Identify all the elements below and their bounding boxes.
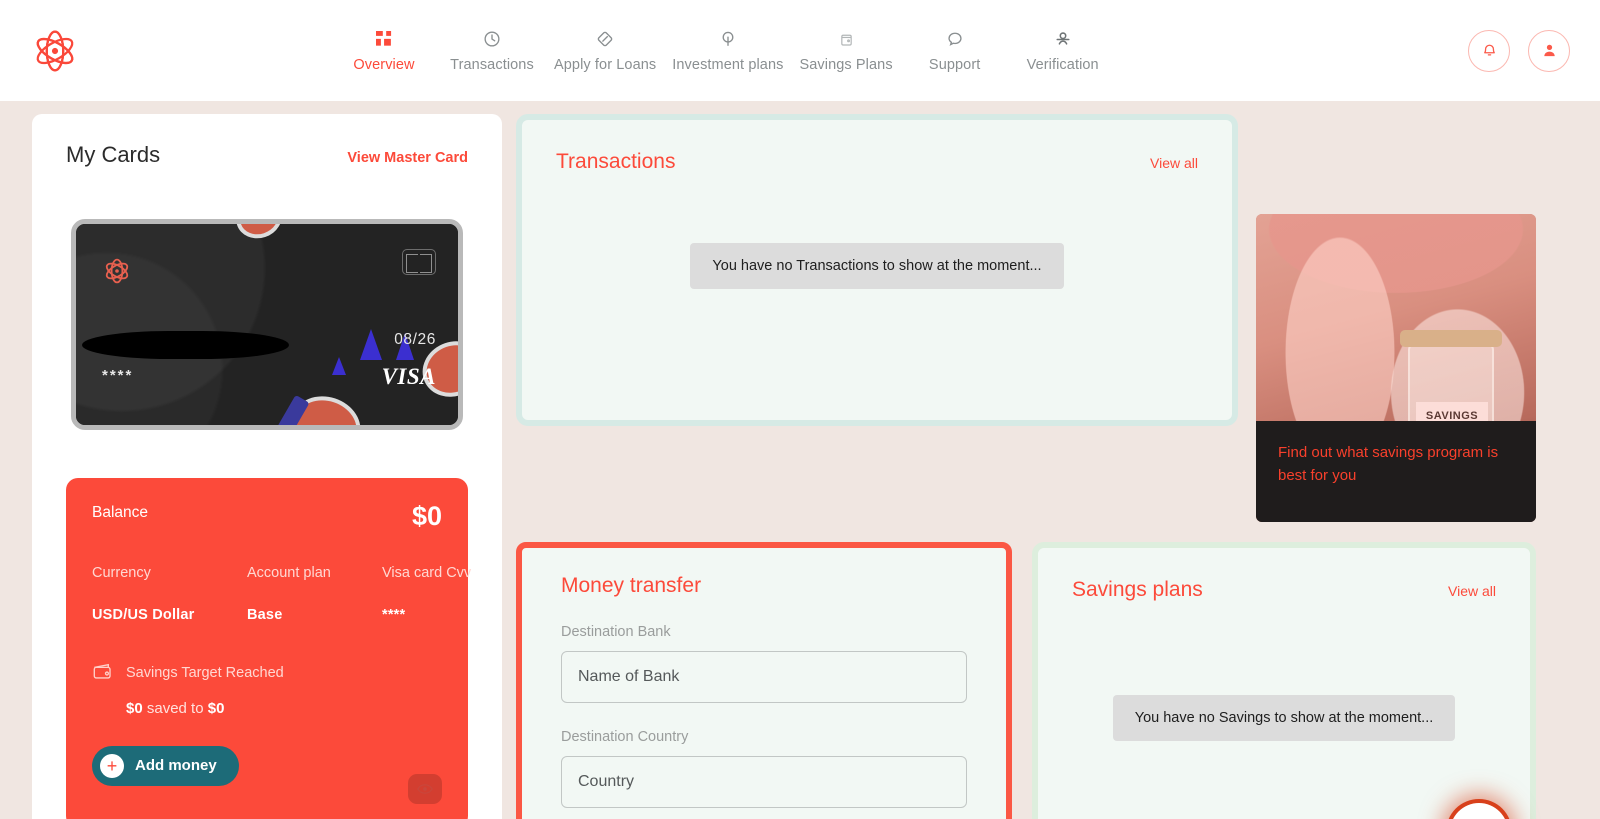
transactions-header: Transactions View all	[556, 150, 1198, 174]
savings-plans-header: Savings plans View all	[1072, 578, 1496, 602]
page-title: My Cards	[66, 142, 161, 167]
savings-target-label: Savings Target Reached	[126, 665, 284, 682]
nav-item-overview[interactable]: Overview	[330, 28, 438, 73]
transactions-title: Transactions	[556, 150, 676, 173]
nav-label: Support	[928, 57, 981, 73]
card-flower-logo-icon	[99, 253, 135, 294]
balance-field-currency: Currency USD/US Dollar	[92, 565, 247, 623]
balance-fields: Currency USD/US Dollar Account plan Base…	[92, 565, 471, 623]
balance-field-cvv: Visa card Cvv ****	[382, 565, 471, 623]
balance-card: Balance $0 Currency USD/US Dollar Accoun…	[66, 478, 471, 819]
saved-middle-text: saved to	[142, 699, 208, 717]
nav-item-support[interactable]: Support	[901, 28, 1009, 73]
field-key: Account plan	[247, 564, 331, 581]
transactions-view-all-link[interactable]: View all	[1150, 155, 1198, 171]
tag-diamond-icon	[596, 28, 614, 50]
savings-plans-panel: Savings plans View all You have no Savin…	[1032, 542, 1536, 819]
savings-jar-lid	[1400, 330, 1502, 347]
money-transfer-panel: Money transfer Destination Bank Destinat…	[516, 542, 1012, 819]
credit-card[interactable]: **** 08/26 VISA	[71, 219, 463, 430]
clock-icon	[483, 28, 501, 50]
view-master-card-link[interactable]: View Master Card	[347, 150, 468, 166]
savings-plans-empty-state: You have no Savings to show at the momen…	[1072, 695, 1496, 741]
add-money-button[interactable]: + Add money	[92, 745, 239, 786]
balance-amount: $0	[411, 501, 442, 531]
saved-amount: $0	[126, 699, 143, 717]
money-transfer-title: Money transfer	[561, 574, 702, 597]
nav-label: Overview	[353, 57, 415, 73]
field-key: Currency	[92, 564, 151, 581]
user-circle-icon	[1054, 28, 1072, 50]
destination-bank-input[interactable]	[561, 651, 967, 703]
nav-item-investment-plans[interactable]: Investment plans	[664, 28, 791, 73]
main-nav: Overview Transactions Apply for Loans In…	[330, 28, 1117, 73]
nav-label: Apply for Loans	[554, 57, 657, 73]
savings-plans-view-all-link[interactable]: View all	[1448, 583, 1496, 599]
triangle-decoration	[332, 357, 346, 375]
savings-progress-text: $0 saved to $0	[126, 700, 442, 717]
field-value: USD/US Dollar	[92, 606, 195, 623]
flower-atom-logo-icon	[36, 30, 74, 71]
balance-field-account-plan: Account plan Base	[247, 565, 382, 623]
field-key: Visa card Cvv	[382, 564, 472, 581]
balance-label: Balance	[92, 504, 149, 521]
transactions-empty-message: You have no Transactions to show at the …	[690, 243, 1064, 289]
field-value: Base	[247, 606, 283, 623]
plus-circle-icon: +	[100, 753, 124, 778]
nav-item-transactions[interactable]: Transactions	[438, 28, 546, 73]
add-money-label: Add money	[135, 757, 217, 775]
balance-header: Balance $0	[92, 501, 442, 531]
transactions-panel: Transactions View all You have no Transa…	[516, 114, 1238, 426]
card-number-redaction	[82, 331, 289, 359]
nav-item-verification[interactable]: Verification	[1009, 28, 1117, 73]
destination-bank-label: Destination Bank	[561, 624, 671, 640]
destination-country-label: Destination Country	[561, 729, 689, 745]
card-brand-visa: VISA	[381, 364, 436, 389]
nav-label: Verification	[1026, 57, 1099, 73]
bell-icon	[1483, 44, 1495, 56]
eye-icon	[417, 784, 433, 794]
grid-icon	[375, 28, 393, 50]
savings-promo-card[interactable]: SAVINGS Find out what savings program is…	[1256, 214, 1536, 522]
chat-icon	[946, 28, 964, 50]
brand-logo[interactable]	[26, 22, 84, 80]
nav-label: Transactions	[450, 57, 534, 73]
savings-plans-title: Savings plans	[1072, 578, 1203, 601]
toggle-visibility-button[interactable]	[408, 774, 442, 804]
promo-caption: Find out what savings program is best fo…	[1256, 421, 1536, 522]
destination-country-input[interactable]	[561, 756, 967, 808]
wallet-icon	[838, 28, 855, 50]
field-value: ****	[382, 606, 406, 623]
savings-target-row: Savings Target Reached	[92, 661, 442, 686]
wallet-icon	[92, 661, 115, 686]
target-amount: $0	[207, 699, 225, 717]
card-masked-digits: ****	[102, 367, 134, 384]
tree-icon	[719, 28, 737, 50]
nav-label: Savings Plans	[799, 57, 893, 73]
chip-icon	[402, 249, 436, 275]
card-expiry: 08/26	[394, 331, 436, 348]
notifications-button[interactable]	[1468, 29, 1510, 72]
transactions-empty-state: You have no Transactions to show at the …	[556, 243, 1198, 289]
triangle-decoration	[360, 329, 382, 360]
my-cards-panel: My Cards View Master Card **** 08/26 VIS…	[32, 114, 502, 819]
user-icon	[1543, 44, 1555, 57]
my-cards-header: My Cards View Master Card	[66, 142, 468, 168]
header-actions	[1468, 29, 1570, 72]
savings-plans-empty-message: You have no Savings to show at the momen…	[1112, 695, 1456, 741]
nav-item-apply-for-loans[interactable]: Apply for Loans	[546, 28, 664, 73]
nav-item-savings-plans[interactable]: Savings Plans	[791, 28, 900, 73]
app-header: Overview Transactions Apply for Loans In…	[0, 0, 1600, 101]
nav-label: Investment plans	[672, 57, 784, 73]
profile-button[interactable]	[1528, 29, 1570, 72]
dashboard-content: My Cards View Master Card **** 08/26 VIS…	[0, 101, 1600, 819]
